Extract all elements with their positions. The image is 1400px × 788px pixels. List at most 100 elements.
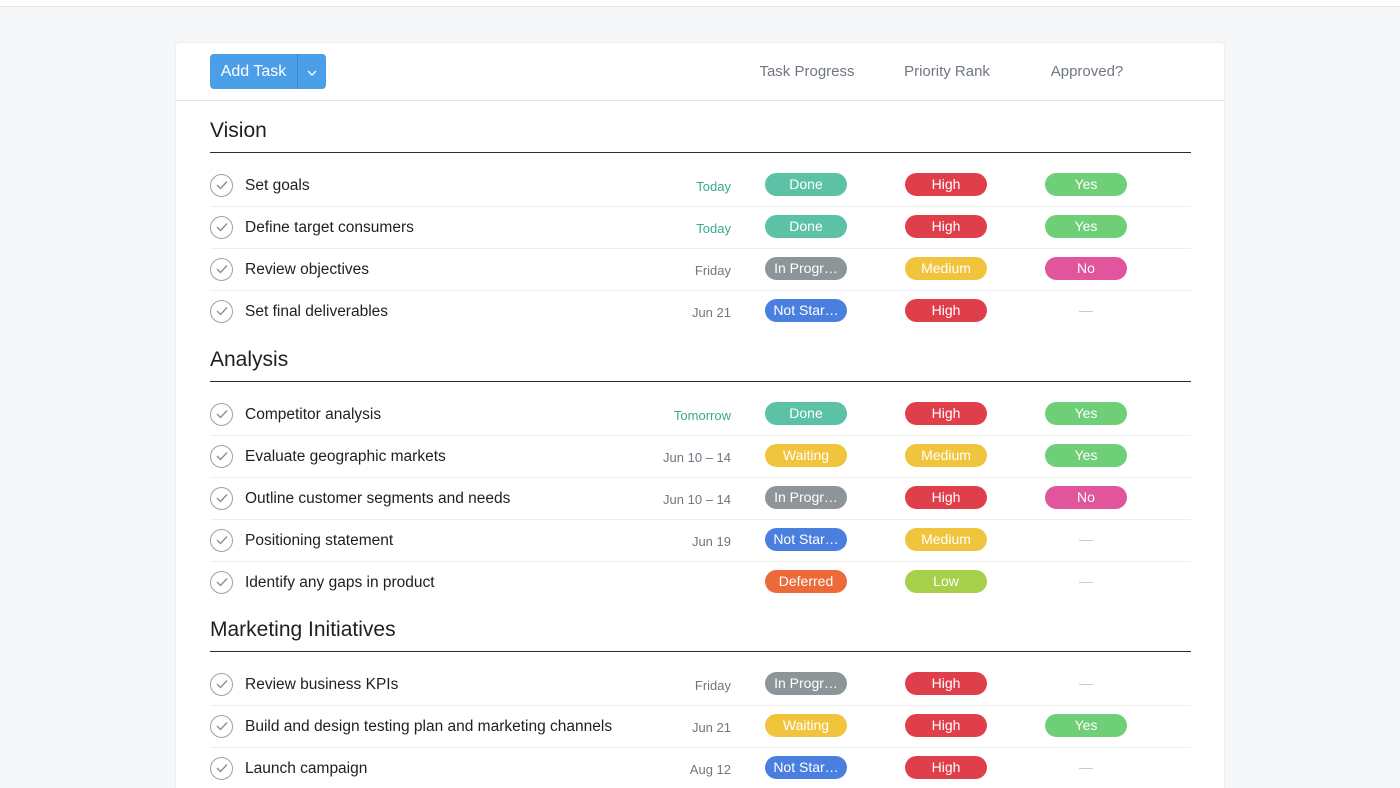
table-row[interactable]: Identify any gaps in product Deferred Low — xyxy=(210,562,1191,604)
task-progress-pill[interactable]: Done xyxy=(765,215,847,238)
priority-rank-pill[interactable]: Medium xyxy=(905,528,987,551)
table-row[interactable]: Outline customer segments and needs Jun 1… xyxy=(210,478,1191,520)
priority-rank-pill[interactable]: Medium xyxy=(905,257,987,280)
due-date[interactable]: Tomorrow xyxy=(674,408,731,423)
complete-task-checkbox[interactable] xyxy=(210,174,233,197)
priority-rank-pill[interactable]: High xyxy=(905,756,987,779)
priority-rank-pill[interactable]: High xyxy=(905,173,987,196)
task-name[interactable]: Positioning statement xyxy=(245,532,393,550)
priority-rank-pill[interactable]: Low xyxy=(905,570,987,593)
approved-empty[interactable]: — xyxy=(1045,759,1127,775)
task-progress-pill[interactable]: In Progr… xyxy=(765,486,847,509)
checkmark-icon xyxy=(216,261,228,279)
section-title[interactable]: Analysis xyxy=(210,342,1191,382)
priority-rank-pill[interactable]: High xyxy=(905,714,987,737)
task-rows: Review business KPIs Friday In Progr… High —… xyxy=(210,664,1191,788)
due-date[interactable]: Today xyxy=(696,179,731,194)
task-progress-pill[interactable]: Done xyxy=(765,402,847,425)
approved-pill[interactable]: Yes xyxy=(1045,402,1127,425)
approved-empty[interactable]: — xyxy=(1045,531,1127,547)
priority-rank-pill[interactable]: High xyxy=(905,672,987,695)
checkmark-icon xyxy=(216,676,228,694)
priority-rank-pill[interactable]: Medium xyxy=(905,444,987,467)
task-name[interactable]: Set goals xyxy=(245,177,310,195)
complete-task-checkbox[interactable] xyxy=(210,673,233,696)
task-progress-pill[interactable]: Deferred xyxy=(765,570,847,593)
checkmark-icon xyxy=(216,406,228,424)
due-date[interactable]: Jun 21 xyxy=(692,720,731,735)
table-row[interactable]: Set goals Today Done High Yes xyxy=(210,165,1191,207)
table-row[interactable]: Set final deliverables Jun 21 Not Star… Hig… xyxy=(210,291,1191,333)
priority-rank-pill[interactable]: High xyxy=(905,402,987,425)
due-date[interactable]: Today xyxy=(696,221,731,236)
task-progress-pill[interactable]: In Progr… xyxy=(765,672,847,695)
due-date[interactable]: Jun 10 – 14 xyxy=(663,450,731,465)
complete-task-checkbox[interactable] xyxy=(210,216,233,239)
table-row[interactable]: Evaluate geographic markets Jun 10 – 14 Wa… xyxy=(210,436,1191,478)
task-progress-pill[interactable]: Not Star… xyxy=(765,528,847,551)
task-name[interactable]: Outline customer segments and needs xyxy=(245,490,510,508)
add-task-button[interactable]: Add Task xyxy=(210,54,298,89)
complete-task-checkbox[interactable] xyxy=(210,403,233,426)
due-date[interactable]: Jun 19 xyxy=(692,534,731,549)
top-bar xyxy=(0,0,1400,7)
checkmark-icon xyxy=(216,448,228,466)
column-header-priority-rank[interactable]: Priority Rank xyxy=(877,63,1017,80)
complete-task-checkbox[interactable] xyxy=(210,445,233,468)
table-row[interactable]: Positioning statement Jun 19 Not Star… Medi… xyxy=(210,520,1191,562)
complete-task-checkbox[interactable] xyxy=(210,571,233,594)
table-row[interactable]: Build and design testing plan and market… xyxy=(210,706,1191,748)
task-progress-pill[interactable]: Waiting xyxy=(765,714,847,737)
task-progress-pill[interactable]: Not Star… xyxy=(765,756,847,779)
checkmark-icon xyxy=(216,303,228,321)
table-row[interactable]: Review business KPIs Friday In Progr… High — xyxy=(210,664,1191,706)
approved-pill[interactable]: No xyxy=(1045,257,1127,280)
task-name[interactable]: Identify any gaps in product xyxy=(245,574,435,592)
table-row[interactable]: Competitor analysis Tomorrow Done High Yes xyxy=(210,394,1191,436)
task-name[interactable]: Build and design testing plan and market… xyxy=(245,718,612,736)
task-name[interactable]: Review business KPIs xyxy=(245,676,398,694)
priority-rank-pill[interactable]: High xyxy=(905,486,987,509)
approved-pill[interactable]: Yes xyxy=(1045,173,1127,196)
table-row[interactable]: Review objectives Friday In Progr… Medium No xyxy=(210,249,1191,291)
task-name[interactable]: Evaluate geographic markets xyxy=(245,448,446,466)
complete-task-checkbox[interactable] xyxy=(210,715,233,738)
approved-pill[interactable]: No xyxy=(1045,486,1127,509)
task-progress-pill[interactable]: Waiting xyxy=(765,444,847,467)
task-name[interactable]: Competitor analysis xyxy=(245,406,381,424)
task-name[interactable]: Define target consumers xyxy=(245,219,414,237)
section-title[interactable]: Vision xyxy=(210,113,1191,153)
due-date[interactable]: Jun 21 xyxy=(692,305,731,320)
task-progress-pill[interactable]: Not Star… xyxy=(765,299,847,322)
section-title[interactable]: Marketing Initiatives xyxy=(210,612,1191,652)
checkmark-icon xyxy=(216,490,228,508)
task-progress-pill[interactable]: Done xyxy=(765,173,847,196)
chevron-down-icon xyxy=(307,63,317,81)
column-header-approved[interactable]: Approved? xyxy=(1017,63,1157,80)
table-row[interactable]: Launch campaign Aug 12 Not Star… High — xyxy=(210,748,1191,788)
complete-task-checkbox[interactable] xyxy=(210,258,233,281)
table-row[interactable]: Define target consumers Today Done High Yes xyxy=(210,207,1191,249)
complete-task-checkbox[interactable] xyxy=(210,487,233,510)
approved-pill[interactable]: Yes xyxy=(1045,215,1127,238)
task-name[interactable]: Set final deliverables xyxy=(245,303,388,321)
task-progress-pill[interactable]: In Progr… xyxy=(765,257,847,280)
approved-pill[interactable]: Yes xyxy=(1045,714,1127,737)
complete-task-checkbox[interactable] xyxy=(210,300,233,323)
task-name[interactable]: Review objectives xyxy=(245,261,369,279)
due-date[interactable]: Aug 12 xyxy=(690,762,731,777)
approved-empty[interactable]: — xyxy=(1045,573,1127,589)
approved-pill[interactable]: Yes xyxy=(1045,444,1127,467)
complete-task-checkbox[interactable] xyxy=(210,529,233,552)
priority-rank-pill[interactable]: High xyxy=(905,299,987,322)
due-date[interactable]: Friday xyxy=(695,678,731,693)
task-name[interactable]: Launch campaign xyxy=(245,760,367,778)
due-date[interactable]: Friday xyxy=(695,263,731,278)
approved-empty[interactable]: — xyxy=(1045,675,1127,691)
due-date[interactable]: Jun 10 – 14 xyxy=(663,492,731,507)
approved-empty[interactable]: — xyxy=(1045,302,1127,318)
priority-rank-pill[interactable]: High xyxy=(905,215,987,238)
complete-task-checkbox[interactable] xyxy=(210,757,233,780)
add-task-dropdown-button[interactable] xyxy=(298,54,326,89)
column-header-task-progress[interactable]: Task Progress xyxy=(737,63,877,80)
